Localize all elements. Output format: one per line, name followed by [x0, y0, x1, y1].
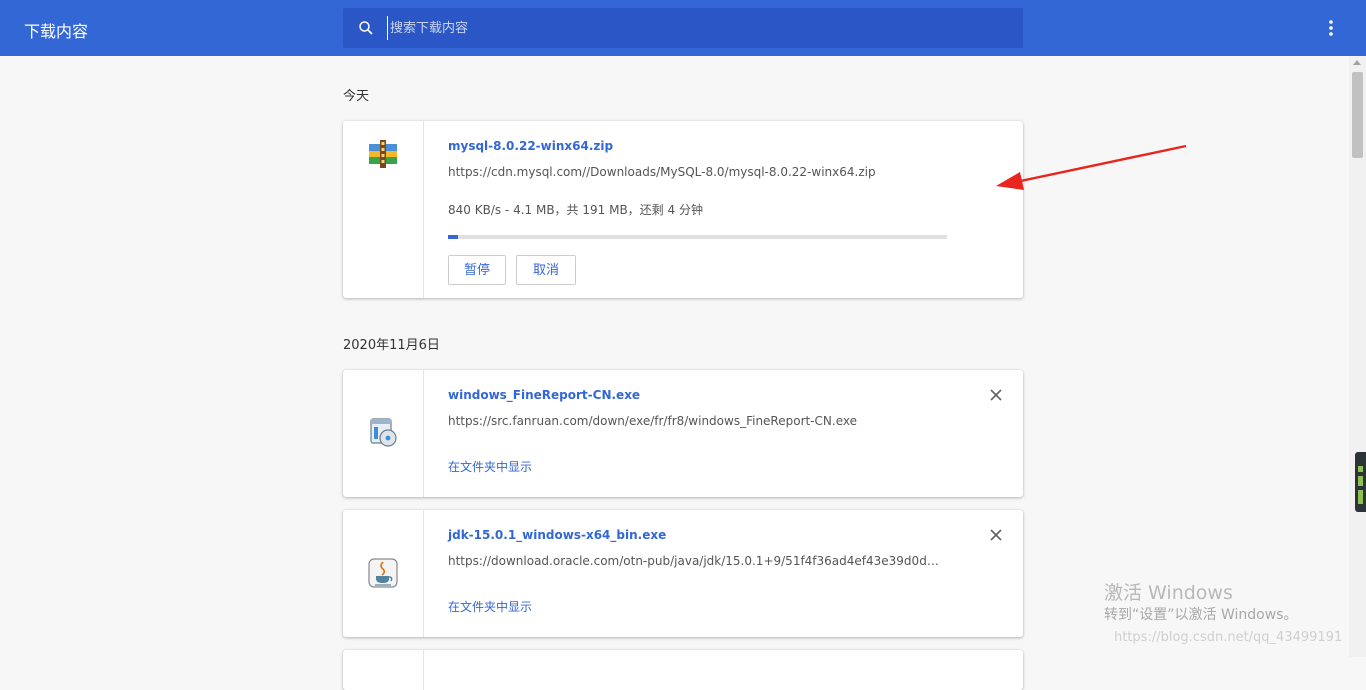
- download-item-mysql: mysql-8.0.22-winx64.zip https://cdn.mysq…: [343, 121, 1023, 298]
- download-item-partial: [343, 650, 1023, 690]
- scroll-up-arrow-icon[interactable]: [1353, 60, 1361, 65]
- annotation-arrow: [996, 144, 1187, 190]
- source-url[interactable]: https://download.oracle.com/otn-pub/java…: [448, 554, 943, 568]
- search-icon: [359, 21, 373, 35]
- page-title: 下载内容: [24, 22, 89, 41]
- file-name-link[interactable]: windows_FineReport-CN.exe: [448, 388, 640, 402]
- search-box[interactable]: [343, 8, 1023, 48]
- download-status: 840 KB/s - 4.1 MB，共 191 MB，还剩 4 分钟: [448, 203, 703, 217]
- file-name-link[interactable]: mysql-8.0.22-winx64.zip: [448, 139, 613, 153]
- windows-activation-hint: 转到“设置”以激活 Windows。: [1104, 607, 1298, 623]
- download-item-finereport: windows_FineReport-CN.exe https://src.fa…: [343, 370, 1023, 497]
- installer-disc-icon: [370, 418, 397, 447]
- pause-button[interactable]: 暂停: [448, 255, 506, 285]
- download-item-jdk: jdk-15.0.1_windows-x64_bin.exe https://d…: [343, 510, 1023, 637]
- download-progress-bar: [448, 235, 947, 239]
- scroll-thumb[interactable]: [1352, 72, 1363, 158]
- source-url[interactable]: https://src.fanruan.com/down/exe/fr/fr8/…: [448, 414, 857, 428]
- blog-watermark: https://blog.csdn.net/qq_43499191: [1114, 630, 1343, 645]
- java-cup-icon: [368, 558, 398, 588]
- cancel-button[interactable]: 取消: [516, 255, 576, 285]
- windows-activation-title: 激活 Windows: [1104, 582, 1233, 604]
- progress-fill: [448, 235, 459, 239]
- scrollbar[interactable]: [1349, 56, 1366, 657]
- close-icon[interactable]: [989, 528, 1003, 542]
- show-in-folder-link[interactable]: 在文件夹中显示: [448, 458, 532, 475]
- show-in-folder-link[interactable]: 在文件夹中显示: [448, 598, 532, 615]
- date-header-2020-11-06: 2020年11月6日: [343, 338, 440, 353]
- close-icon[interactable]: [989, 388, 1003, 402]
- system-meter-widget: [1355, 452, 1366, 512]
- search-input[interactable]: [387, 16, 990, 40]
- source-url[interactable]: https://cdn.mysql.com//Downloads/MySQL-8…: [448, 165, 876, 179]
- file-name-link[interactable]: jdk-15.0.1_windows-x64_bin.exe: [448, 528, 666, 542]
- top-bar: 下载内容: [0, 0, 1366, 56]
- more-options-icon[interactable]: [1321, 18, 1341, 38]
- date-header-today: 今天: [343, 89, 370, 104]
- winrar-archive-icon: [369, 140, 397, 168]
